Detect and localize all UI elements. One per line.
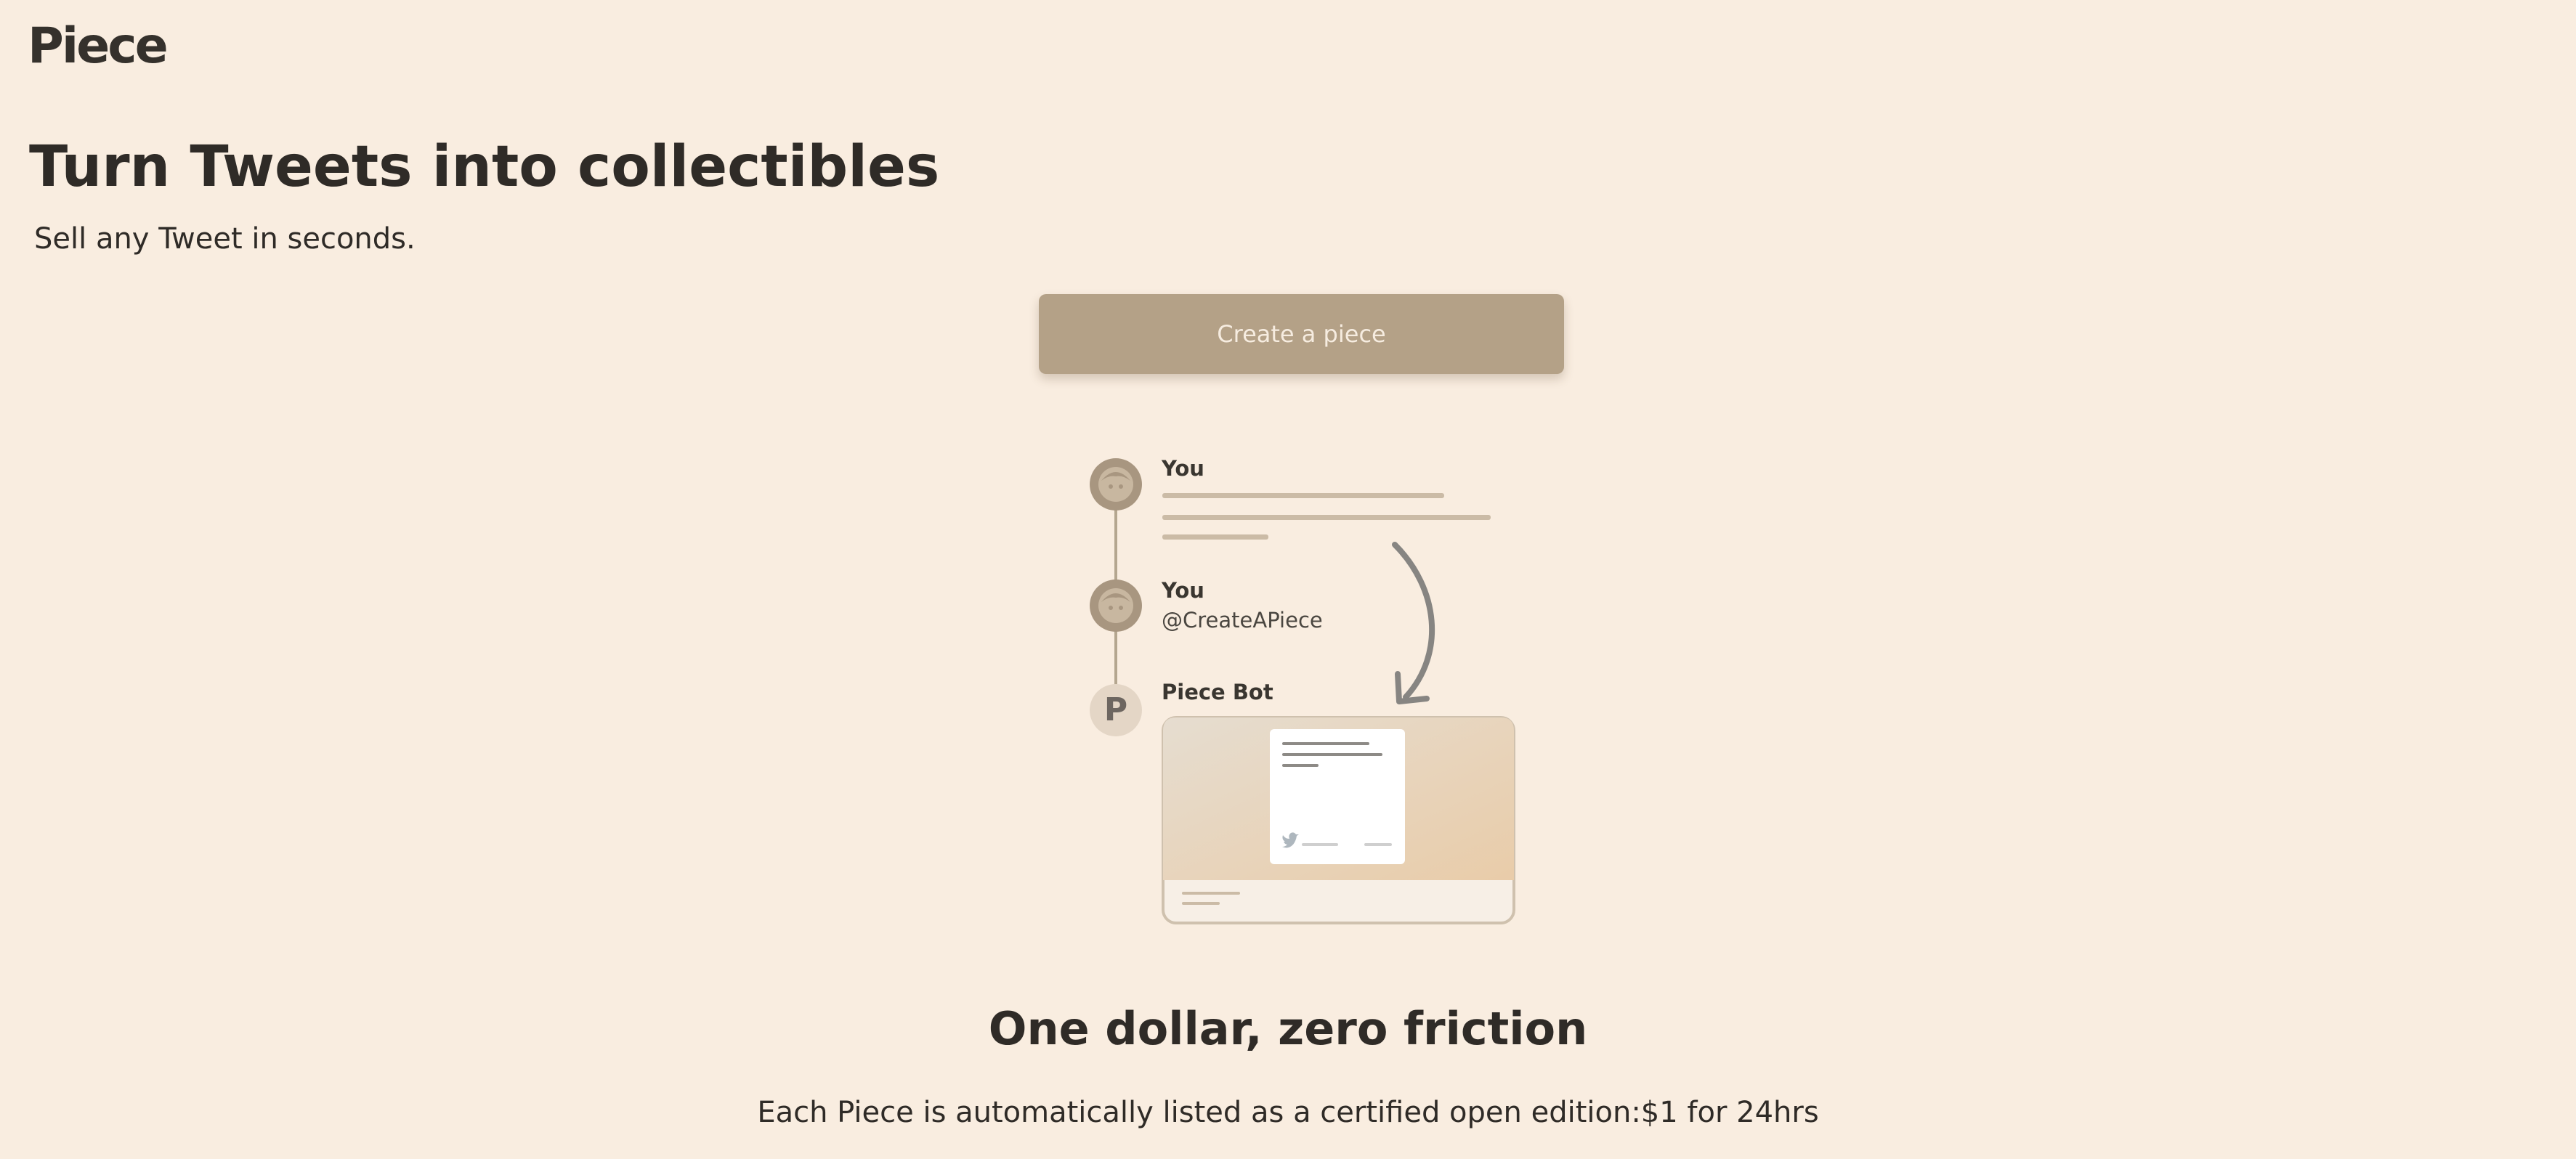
curved-arrow-icon	[1392, 542, 1435, 704]
tweet-author: You	[1162, 578, 1204, 603]
tweet-author: You	[1162, 456, 1204, 481]
tweet-flow-graphic	[1090, 458, 1515, 924]
tweet-line	[1162, 534, 1268, 540]
piece-logo[interactable]: Piece	[28, 17, 169, 76]
bot-avatar-letter: P	[1103, 691, 1128, 728]
user-avatar-icon	[1090, 458, 1142, 511]
hero-title: Turn Tweets into collectibles	[29, 134, 940, 200]
piece-card	[1162, 716, 1515, 924]
create-piece-button[interactable]: Create a piece	[1039, 294, 1564, 374]
feature-title: One dollar, zero friction	[988, 1002, 1588, 1055]
feature-description: Each Piece is automatically listed as a …	[757, 1096, 1819, 1129]
tweet-flow-illustration: You You @CreateAPiece Piece Bot P	[1075, 443, 1526, 930]
user-avatar-icon	[1090, 580, 1142, 632]
bot-author: Piece Bot	[1162, 680, 1273, 704]
tweet-line	[1162, 515, 1491, 520]
hero-subtitle: Sell any Tweet in seconds.	[34, 222, 416, 256]
tweet-line	[1162, 493, 1444, 498]
tweet-mention: @CreateAPiece	[1162, 608, 1323, 633]
